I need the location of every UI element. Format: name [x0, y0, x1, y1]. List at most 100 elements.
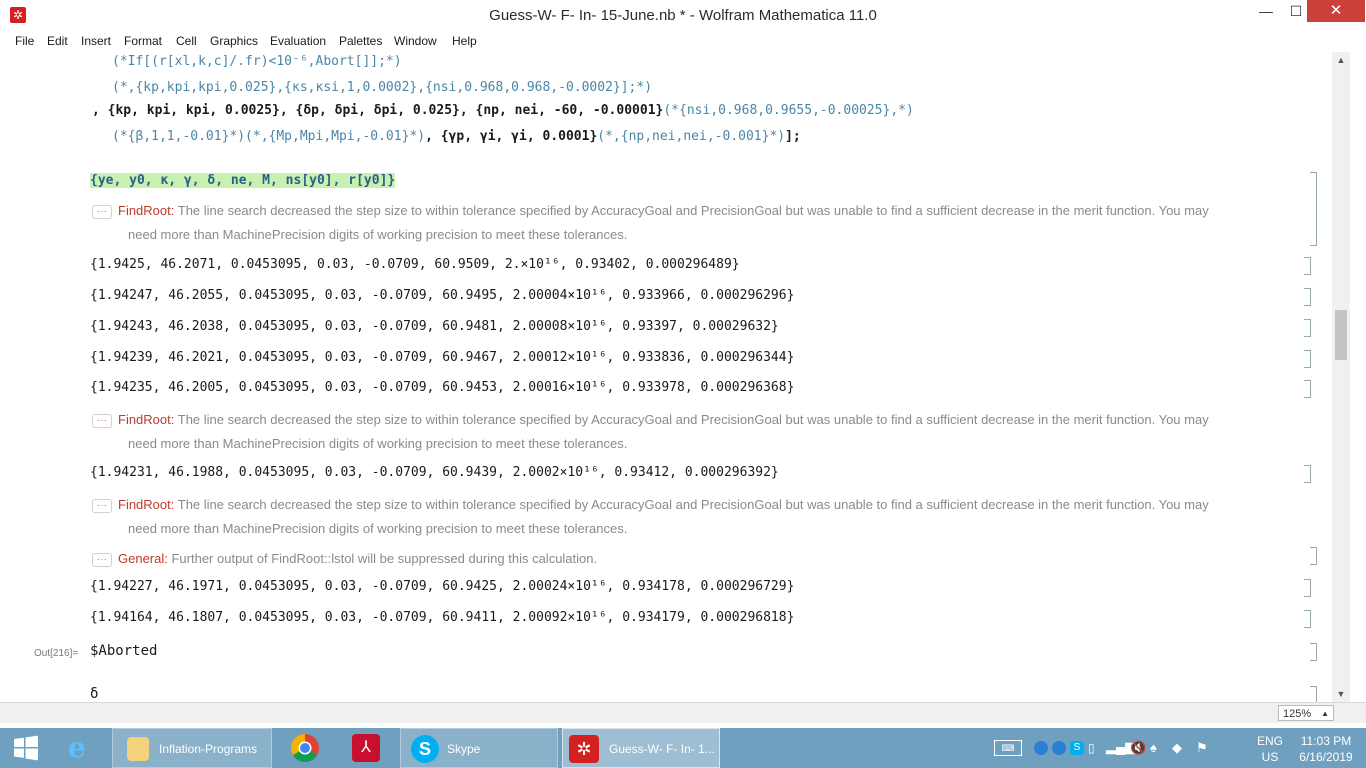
- cell-bracket[interactable]: [1310, 547, 1317, 565]
- code-comment: (*{β,1,1,-0.01}*)(*,{Mp,Mpi,Mpi,-0.01}*): [112, 129, 426, 144]
- message-text: The line search decreased the step size …: [177, 203, 1209, 218]
- message-text: need more than MachinePrecision digits o…: [128, 227, 628, 242]
- zoom-select[interactable]: 125% ▲: [1278, 705, 1334, 721]
- menu-help[interactable]: Help: [452, 34, 477, 48]
- chrome-taskbar-button[interactable]: [280, 728, 334, 768]
- message-text: need more than MachinePrecision digits o…: [128, 436, 628, 451]
- menu-cell[interactable]: Cell: [176, 34, 197, 48]
- skype-tray-icon[interactable]: S: [1070, 741, 1084, 755]
- taskbar-app-label: Inflation-Programs: [159, 742, 258, 756]
- chrome-icon: [291, 734, 319, 762]
- cell-bracket[interactable]: [1310, 172, 1317, 246]
- tray-app-icon[interactable]: ♠: [1150, 740, 1157, 755]
- cell-bracket[interactable]: [1310, 686, 1317, 702]
- print-input[interactable]: {ye, y0, κ, γ, δ, ne, M, ns[y0], r[y0]}: [90, 173, 396, 188]
- message-text: Further output of: [171, 551, 272, 566]
- clock[interactable]: 11:03 PM 6/16/2019: [1294, 734, 1358, 764]
- findroot-message: ··· FindRoot: The line search decreased t…: [92, 199, 1272, 247]
- scroll-down-icon[interactable]: ▼: [1332, 686, 1350, 702]
- input-language[interactable]: ENG US: [1257, 734, 1283, 764]
- message-dots-button[interactable]: ···: [92, 413, 112, 428]
- output-row: {1.94239, 46.2021, 0.0453095, 0.03, -0.0…: [90, 350, 795, 365]
- output-row: {1.94227, 46.1971, 0.0453095, 0.03, -0.0…: [90, 579, 795, 594]
- acrobat-icon: ⅄: [352, 734, 380, 762]
- message-dots-button[interactable]: ···: [92, 204, 112, 219]
- windows-icon: [14, 735, 38, 761]
- next-input[interactable]: δ: [90, 686, 98, 702]
- code-comment: (*{nsi,0.968,0.9655,-0.00025},*): [663, 103, 914, 118]
- ie-taskbar-button[interactable]: e: [56, 728, 106, 768]
- taskbar-app-label: Skype: [447, 742, 481, 756]
- code-comment[interactable]: (*,{kp,kpi,kpi,0.025},{κs,κsi,1,0.0002},…: [112, 80, 652, 95]
- folder-icon: [127, 737, 149, 761]
- aborted-output: $Aborted: [90, 643, 158, 659]
- ie-icon: e: [68, 731, 86, 764]
- flag-icon[interactable]: ⚑: [1196, 740, 1208, 756]
- start-button[interactable]: [0, 728, 52, 768]
- menu-evaluation[interactable]: Evaluation: [270, 34, 326, 48]
- code-line[interactable]: (*{β,1,1,-0.01}*)(*,{Mp,Mpi,Mpi,-0.01}*)…: [112, 129, 801, 144]
- output-row: {1.94235, 46.2005, 0.0453095, 0.03, -0.0…: [90, 380, 795, 395]
- output-row: {1.9425, 46.2071, 0.0453095, 0.03, -0.07…: [90, 257, 740, 272]
- output-row: {1.94164, 46.1807, 0.0453095, 0.03, -0.0…: [90, 610, 795, 625]
- cell-bracket[interactable]: [1304, 350, 1311, 368]
- scroll-thumb[interactable]: [1335, 310, 1347, 360]
- menu-graphics[interactable]: Graphics: [210, 34, 258, 48]
- mathematica-icon: ✲: [569, 735, 599, 763]
- menu-insert[interactable]: Insert: [81, 34, 111, 48]
- system-tray: ⌨ S ▯ ▂▄▆ 🔇 ♠ ◆ ⚑ ENG US 11:03 PM 6/16/2…: [990, 728, 1366, 768]
- menu-window[interactable]: Window: [394, 34, 437, 48]
- close-button[interactable]: ✕: [1307, 0, 1365, 22]
- language-code: ENG: [1257, 734, 1284, 748]
- region-code: US: [1261, 750, 1279, 764]
- menu-file[interactable]: File: [15, 34, 34, 48]
- cell-bracket[interactable]: [1304, 257, 1311, 275]
- tray-app-icon[interactable]: [1052, 741, 1066, 755]
- taskbar-app-skype[interactable]: S Skype: [400, 728, 558, 768]
- cell-bracket[interactable]: [1304, 465, 1311, 483]
- taskbar-app-mathematica[interactable]: ✲ Guess-W- F- In- 1...: [562, 728, 720, 768]
- maximize-button[interactable]: ☐: [1283, 0, 1309, 22]
- print-input-text: {ye, y0, κ, γ, δ, ne, M, ns[y0], r[y0]}: [90, 173, 396, 188]
- keyboard-icon[interactable]: ⌨: [994, 740, 1022, 756]
- cell-bracket[interactable]: [1304, 610, 1311, 628]
- code-comment[interactable]: (*If[(r[xl,k,c]/.fr)<10⁻⁶,Abort[]];*): [112, 54, 402, 69]
- message-text: need more than MachinePrecision digits o…: [128, 521, 628, 536]
- volume-icon[interactable]: 🔇: [1130, 740, 1146, 756]
- cell-bracket[interactable]: [1304, 579, 1311, 597]
- menu-edit[interactable]: Edit: [47, 34, 68, 48]
- window-title: Guess-W- F- In- 15-June.nb * - Wolfram M…: [489, 7, 877, 24]
- tray-app-icon[interactable]: ◆: [1172, 740, 1182, 756]
- output-row: {1.94231, 46.1988, 0.0453095, 0.03, -0.0…: [90, 465, 779, 480]
- code-line[interactable]: , {kp, kpi, kpi, 0.0025}, {δp, δpi, δpi,…: [92, 103, 914, 118]
- clock-time: 11:03 PM: [1300, 734, 1352, 748]
- message-dots-button[interactable]: ···: [92, 552, 112, 567]
- code-comment: (*,{np,nei,nei,-0.001}*): [597, 129, 786, 144]
- message-text: The line search decreased the step size …: [177, 412, 1209, 427]
- general-message: ··· General: Further output of FindRoot::…: [92, 547, 1272, 571]
- output-row: {1.94247, 46.2055, 0.0453095, 0.03, -0.0…: [90, 288, 795, 303]
- vertical-scrollbar[interactable]: ▲ ▼: [1332, 52, 1350, 702]
- message-text: The line search decreased the step size …: [177, 497, 1209, 512]
- findroot-message: ··· FindRoot: The line search decreased t…: [92, 493, 1272, 541]
- scroll-up-icon[interactable]: ▲: [1332, 52, 1350, 68]
- tray-app-icon[interactable]: [1034, 741, 1048, 755]
- message-symbol[interactable]: FindRoot: [118, 412, 171, 427]
- taskbar-app-inflation-programs[interactable]: Inflation-Programs: [112, 728, 272, 768]
- notebook-area[interactable]: (*If[(r[xl,k,c]/.fr)<10⁻⁶,Abort[]];*) (*…: [0, 52, 1332, 702]
- message-symbol[interactable]: FindRoot: [118, 203, 171, 218]
- cell-bracket[interactable]: [1310, 643, 1317, 661]
- menu-palettes[interactable]: Palettes: [339, 34, 382, 48]
- message-link[interactable]: FindRoot::lstol: [271, 551, 354, 566]
- window-edge: [1350, 32, 1366, 702]
- message-symbol[interactable]: FindRoot: [118, 497, 171, 512]
- network-tray-icon[interactable]: ▯: [1088, 741, 1095, 755]
- cell-bracket[interactable]: [1304, 380, 1311, 398]
- acrobat-taskbar-button[interactable]: ⅄: [340, 728, 394, 768]
- cell-bracket[interactable]: [1304, 288, 1311, 306]
- message-dots-button[interactable]: ···: [92, 498, 112, 513]
- message-symbol[interactable]: General: [118, 551, 164, 566]
- menu-format[interactable]: Format: [124, 34, 162, 48]
- cell-bracket[interactable]: [1304, 319, 1311, 337]
- minimize-button[interactable]: —: [1252, 0, 1280, 22]
